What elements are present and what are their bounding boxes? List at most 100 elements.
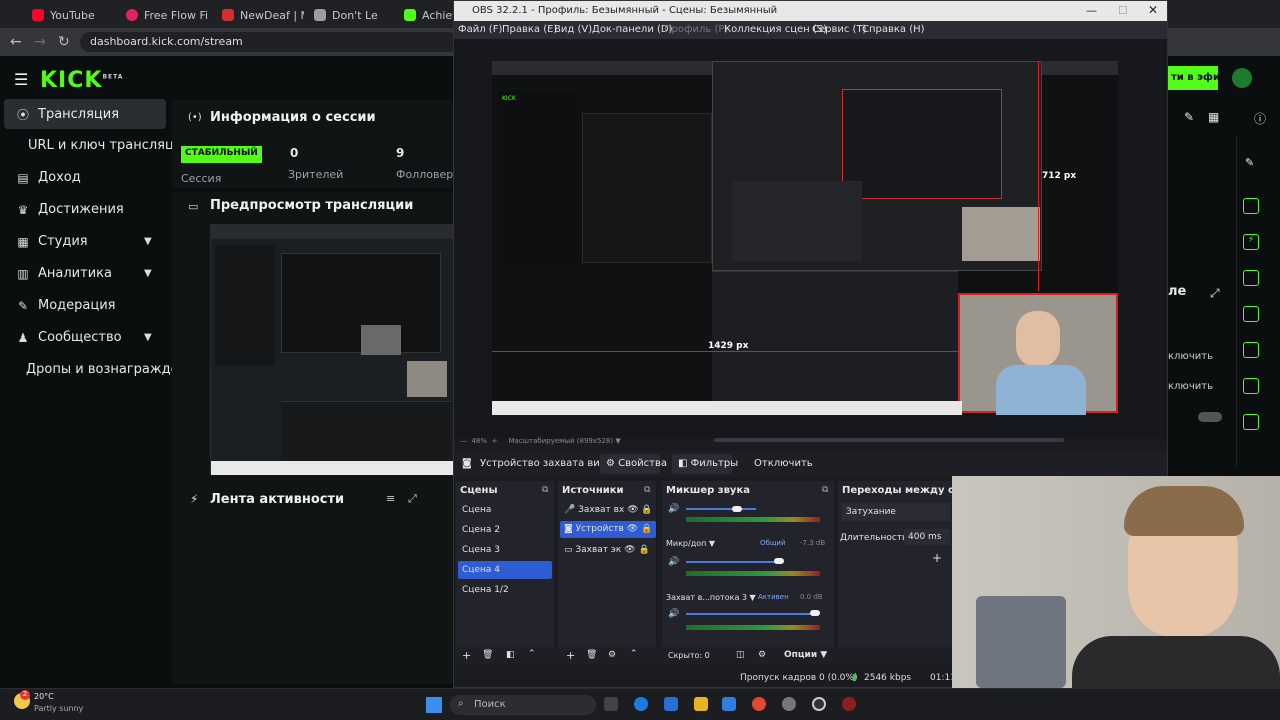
edge-icon[interactable] — [634, 697, 648, 711]
wrench-icon[interactable] — [1243, 414, 1259, 430]
remove-scene-icon[interactable]: 🗑 — [482, 650, 493, 660]
broadcast-icon[interactable] — [1243, 342, 1259, 358]
store-icon[interactable] — [664, 697, 678, 711]
popout-icon[interactable]: ⤢ — [408, 492, 417, 506]
edit-icon[interactable]: ✎ — [1184, 110, 1194, 124]
windows-start-icon[interactable] — [426, 697, 442, 713]
chevron-down-icon[interactable]: ▼ — [144, 332, 152, 343]
url-input[interactable]: dashboard.kick.com/stream — [80, 32, 460, 52]
scene-item[interactable]: Сцена 3 — [462, 545, 500, 555]
menu-edit[interactable]: Правка (E) — [502, 24, 557, 35]
avatar[interactable] — [1232, 68, 1252, 88]
sidebar-item-achievements[interactable]: ♛ Достижения — [16, 202, 124, 217]
back-icon[interactable]: ← — [10, 34, 22, 50]
fader-knob[interactable] — [810, 610, 820, 616]
add-source-icon[interactable]: + — [566, 649, 575, 662]
target-icon[interactable] — [1243, 198, 1259, 214]
hidden-count: Скрыто: 0 — [668, 651, 710, 660]
source-item[interactable]: ▭ Захват эк 👁 🔒 — [564, 545, 650, 555]
obs-preview-canvas[interactable]: KICK 712 px 1429 px — [492, 61, 1118, 415]
sidebar-item-broadcast[interactable]: ⦿ Трансляция — [16, 106, 119, 123]
volume-fader[interactable] — [686, 508, 756, 510]
menu-profile[interactable]: Профиль (P) — [664, 24, 728, 35]
deactivate-button[interactable]: Отключить — [754, 458, 813, 469]
scene-item-selected[interactable]: Сцена 4 — [458, 561, 552, 579]
source-props-icon[interactable]: ⚙ — [608, 650, 616, 660]
speaker-icon[interactable]: 🔊 — [668, 557, 679, 567]
menu-docks[interactable]: Док-панели (D) — [592, 24, 673, 35]
grid-icon[interactable] — [1243, 378, 1259, 394]
go-live-button[interactable]: ти в эфир — [1168, 66, 1218, 90]
mail-icon[interactable] — [722, 697, 736, 711]
info-icon[interactable]: ⓘ — [1254, 110, 1266, 127]
source-item[interactable]: 🎤 Захват вх 👁 🔒 — [564, 505, 653, 515]
tab-youtube[interactable]: YouTube — [24, 4, 114, 26]
remove-source-icon[interactable]: 🗑 — [586, 650, 597, 660]
close-icon[interactable]: ✕ — [1148, 3, 1158, 17]
filter-icon[interactable]: ≡ — [386, 492, 395, 505]
layout-icon[interactable]: ▦ — [1208, 110, 1219, 124]
mixer-layout-icon[interactable]: ◫ — [736, 650, 745, 660]
transition-select[interactable]: Затухание — [842, 503, 950, 521]
scene-item[interactable]: Сцена 1/2 — [462, 585, 509, 595]
taskbar-search[interactable]: ⌕ Поиск — [450, 695, 596, 715]
add-scene-icon[interactable]: + — [462, 649, 471, 662]
reload-icon[interactable]: ↻ — [58, 34, 70, 50]
undock-icon[interactable]: ⧉ — [822, 485, 828, 495]
move-up-icon[interactable]: ⌃ — [630, 649, 638, 659]
menu-icon[interactable]: ☰ — [14, 70, 28, 89]
chevron-down-icon[interactable]: ▼ — [144, 268, 152, 279]
undock-icon[interactable]: ⧉ — [542, 485, 548, 495]
tab-dont-le[interactable]: Don't Le — [306, 4, 396, 26]
menu-view[interactable]: Вид (V) — [554, 24, 592, 35]
list-icon[interactable] — [1243, 270, 1259, 286]
sidebar-item-income[interactable]: ▤ Доход — [16, 170, 80, 185]
tab-achievements[interactable]: Achieven — [396, 4, 456, 26]
add-icon[interactable]: + — [932, 551, 942, 565]
chevron-down-icon[interactable]: ▼ — [144, 236, 152, 247]
sidebar-item-community[interactable]: ♟ Сообщество — [16, 330, 122, 345]
menu-file[interactable]: Файл (F) — [458, 24, 502, 35]
volume-fader[interactable] — [686, 613, 816, 615]
chrome-icon[interactable] — [752, 697, 766, 711]
obs-icon[interactable] — [812, 697, 826, 711]
options-button[interactable]: Опции ▼ — [784, 650, 827, 660]
scene-item[interactable]: Сцена 2 — [462, 525, 500, 535]
task-view-icon[interactable] — [604, 697, 618, 711]
webcam-source-selected[interactable] — [958, 293, 1118, 415]
explorer-icon[interactable] — [694, 697, 708, 711]
maximize-icon[interactable]: ☐ — [1118, 4, 1128, 17]
scene-filter-icon[interactable]: ◧ — [506, 650, 515, 660]
toggle-switch[interactable] — [1198, 412, 1222, 422]
sidebar-item-moderation[interactable]: ✎ Модерация — [16, 298, 116, 313]
filters-button[interactable]: ◧ Фильтры — [672, 454, 738, 474]
fader-knob[interactable] — [774, 558, 784, 564]
sidebar-item-studio[interactable]: ▦ Студия — [16, 234, 87, 249]
volume-fader[interactable] — [686, 561, 776, 563]
properties-button[interactable]: ⚙ Свойства — [600, 454, 667, 474]
speaker-icon[interactable]: 🔊 — [668, 609, 679, 619]
preview-scrollbar[interactable] — [714, 438, 1064, 442]
bolt-icon[interactable]: ⚡ — [1243, 234, 1259, 250]
fader-knob[interactable] — [732, 506, 742, 512]
popout-icon[interactable]: ⤢ — [1210, 286, 1220, 301]
app-icon[interactable] — [842, 697, 856, 711]
undock-icon[interactable]: ⧉ — [644, 485, 650, 495]
speaker-icon[interactable]: 🔊 — [668, 504, 679, 514]
chat-icon[interactable] — [1243, 306, 1259, 322]
source-item-selected[interactable]: ◙ Устройств 👁 🔒 — [560, 521, 656, 538]
sidebar-item-analytics[interactable]: ▥ Аналитика — [16, 266, 112, 281]
duration-input[interactable]: 400 ms — [904, 529, 950, 545]
scene-item[interactable]: Сцена — [462, 505, 491, 515]
forward-icon[interactable]: → — [34, 34, 46, 50]
minimize-icon[interactable]: — — [1086, 4, 1097, 17]
app-icon[interactable] — [782, 697, 796, 711]
tab-newdeaf[interactable]: NewDeaf | M — [214, 4, 304, 26]
sidebar-item-url-key[interactable]: URL и ключ трансляции — [28, 138, 191, 153]
tab-free-flow[interactable]: Free Flow Fi — [118, 4, 214, 26]
menu-tools[interactable]: Сервис (T) — [812, 24, 866, 35]
menu-help[interactable]: Справка (H) — [862, 24, 925, 35]
move-up-icon[interactable]: ⌃ — [528, 649, 536, 659]
mixer-settings-icon[interactable]: ⚙ — [758, 650, 766, 660]
pencil-icon[interactable]: ✎ — [1245, 156, 1254, 169]
